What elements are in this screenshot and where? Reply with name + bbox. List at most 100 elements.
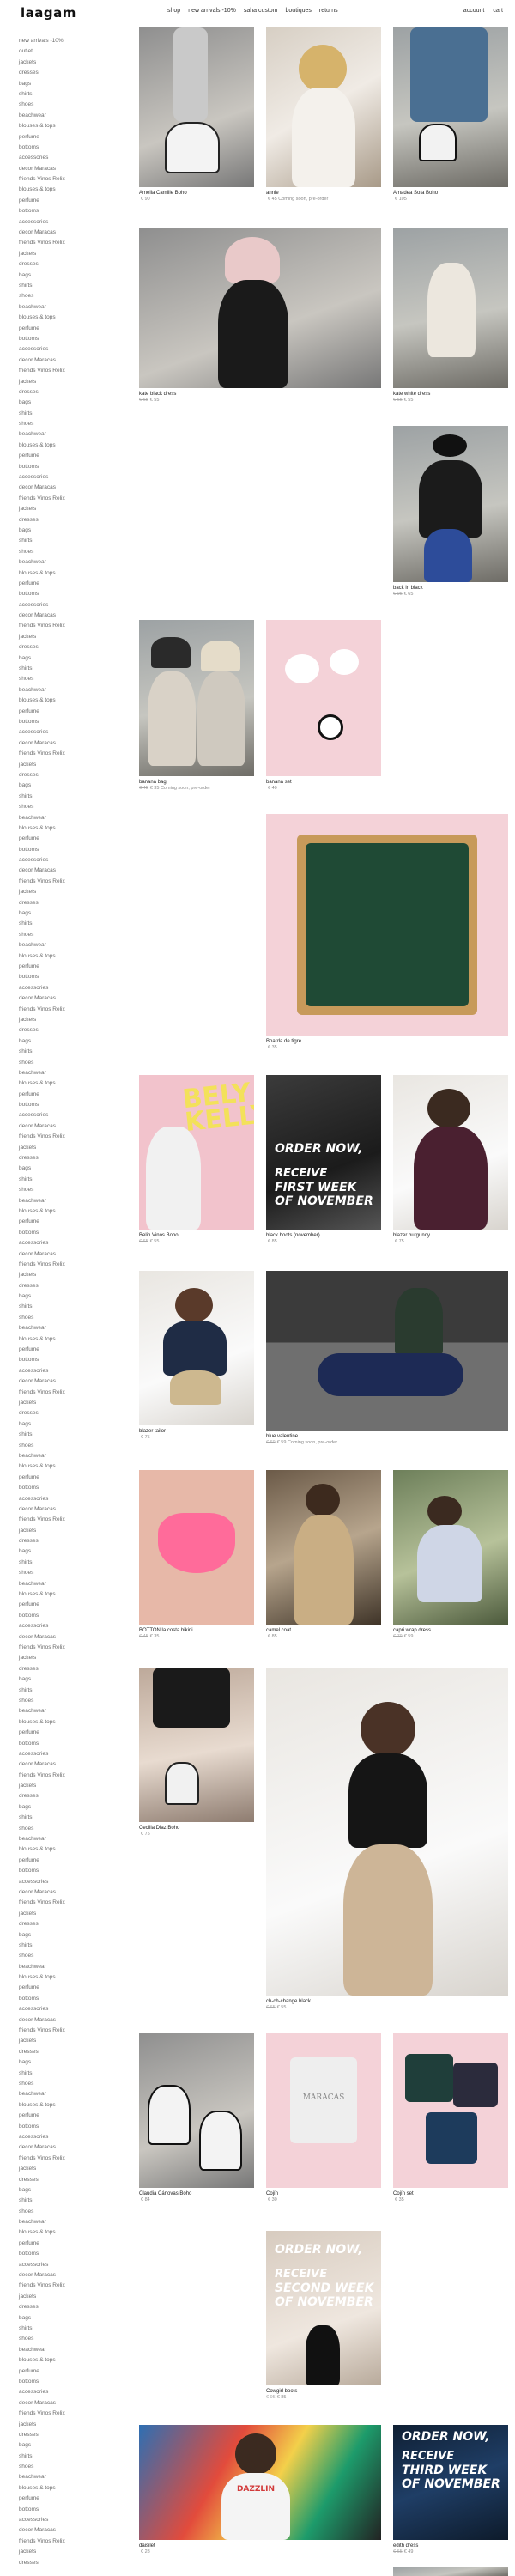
product-name[interactable]: kate black dress xyxy=(139,392,381,397)
sidebar-category-link[interactable]: accessories xyxy=(19,727,122,738)
sidebar-category-link[interactable]: bags xyxy=(19,653,122,664)
sidebar-category-link[interactable]: perfume xyxy=(19,1983,122,1993)
sidebar-category-link[interactable]: decor Maracas xyxy=(19,483,122,493)
product-card[interactable]: Cojín set € 35 xyxy=(393,2033,508,2202)
sidebar-category-link[interactable]: shoes xyxy=(19,1313,122,1323)
sidebar-category-link[interactable]: shirts xyxy=(19,89,122,100)
sidebar-category-link[interactable]: accessories xyxy=(19,153,122,163)
product-name[interactable]: blazer tailor xyxy=(139,1429,254,1434)
product-card[interactable]: Amelia Camille Boho € 90 xyxy=(139,27,254,202)
product-card[interactable]: camel coat € 85 xyxy=(266,1470,381,1639)
sidebar-category-link[interactable]: jackets xyxy=(19,2292,122,2302)
sidebar-category-link[interactable]: decor Maracas xyxy=(19,2142,122,2153)
sidebar-category-link[interactable]: decor Maracas xyxy=(19,2270,122,2281)
sidebar-category-link[interactable]: shirts xyxy=(19,792,122,802)
sidebar-category-link[interactable]: accessories xyxy=(19,217,122,228)
sidebar-category-link[interactable]: bottoms xyxy=(19,2249,122,2259)
product-card[interactable]: ORDER NOW, RECEIVE THIRD WEEK OF NOVEMBE… xyxy=(393,2425,508,2555)
sidebar-category-link[interactable]: perfume xyxy=(19,451,122,461)
sidebar-category-link[interactable]: shirts xyxy=(19,1813,122,1823)
product-name[interactable]: banana bag xyxy=(139,780,254,785)
sidebar-category-link[interactable]: bottoms xyxy=(19,1611,122,1621)
sidebar-category-link[interactable]: shirts xyxy=(19,1558,122,1568)
sidebar-category-link[interactable]: accessories xyxy=(19,1366,122,1376)
sidebar-category-link[interactable]: bottoms xyxy=(19,589,122,599)
sidebar-category-link[interactable]: blouses & tops xyxy=(19,1078,122,1089)
sidebar-category-link[interactable]: jackets xyxy=(19,1526,122,1536)
sidebar-category-link[interactable]: perfume xyxy=(19,962,122,972)
sidebar-category-link[interactable]: shirts xyxy=(19,409,122,419)
product-image[interactable] xyxy=(393,426,508,582)
sidebar-category-link[interactable]: blouses & tops xyxy=(19,1717,122,1728)
sidebar-category-link[interactable]: dresses xyxy=(19,1025,122,1036)
product-image[interactable] xyxy=(266,1271,508,1431)
sidebar-category-link[interactable]: beachwear xyxy=(19,1706,122,1716)
sidebar-category-link[interactable]: friends Vinos Relix xyxy=(19,2026,122,2036)
sidebar-category-link[interactable]: shoes xyxy=(19,1568,122,1578)
product-name[interactable]: Cowgirl boots xyxy=(266,2389,381,2394)
product-image[interactable] xyxy=(393,1470,508,1625)
sidebar-category-link[interactable]: decor Maracas xyxy=(19,1887,122,1898)
sidebar-category-link[interactable]: bottoms xyxy=(19,334,122,344)
sidebar-category-link[interactable]: shirts xyxy=(19,1175,122,1185)
sidebar-category-link[interactable]: perfume xyxy=(19,1090,122,1100)
sidebar-category-link[interactable]: decor Maracas xyxy=(19,1759,122,1770)
sidebar-category-link[interactable]: blouses & tops xyxy=(19,2100,122,2111)
product-name[interactable]: black boots (november) xyxy=(266,1233,381,1238)
product-card[interactable] xyxy=(393,2567,508,2576)
sidebar-category-link[interactable]: perfume xyxy=(19,1345,122,1355)
product-image[interactable] xyxy=(139,1668,254,1822)
sidebar-category-link[interactable]: beachwear xyxy=(19,2472,122,2482)
sidebar-category-link[interactable]: shoes xyxy=(19,930,122,940)
product-card[interactable]: MARACAS Cojín € 30 xyxy=(266,2033,381,2202)
product-name[interactable]: annie xyxy=(266,191,381,196)
sidebar-category-link[interactable]: friends Vinos Relix xyxy=(19,2537,122,2547)
product-image[interactable] xyxy=(393,27,508,187)
sidebar-category-link[interactable]: bottoms xyxy=(19,1994,122,2004)
sidebar-category-link[interactable]: decor Maracas xyxy=(19,355,122,366)
product-name[interactable]: Boarda de tigre xyxy=(266,1039,508,1044)
sidebar-category-link[interactable]: new arrivals -10% xyxy=(19,36,122,46)
product-image[interactable] xyxy=(393,2033,508,2188)
sidebar-category-link[interactable]: bags xyxy=(19,1419,122,1430)
sidebar-category-link[interactable]: beachwear xyxy=(19,111,122,121)
sidebar-category-link[interactable]: shoes xyxy=(19,2334,122,2344)
nav-item-returns[interactable]: returns xyxy=(319,8,338,14)
sidebar-category-link[interactable]: decor Maracas xyxy=(19,1504,122,1515)
sidebar-category-link[interactable]: perfume xyxy=(19,2494,122,2504)
product-card[interactable]: ch-ch-change black € 65 € 55 xyxy=(266,1668,508,2010)
sidebar-category-link[interactable]: blouses & tops xyxy=(19,2355,122,2366)
nav-item-new-arrivals[interactable]: new arrivals -10% xyxy=(188,8,236,14)
sidebar-category-link[interactable]: perfume xyxy=(19,2366,122,2377)
sidebar-category-link[interactable]: beachwear xyxy=(19,1962,122,1972)
sidebar-category-link[interactable]: jackets xyxy=(19,1781,122,1791)
product-card[interactable]: blazer tailor € 75 xyxy=(139,1271,254,1440)
sidebar-category-link[interactable]: shoes xyxy=(19,1824,122,1834)
product-image[interactable] xyxy=(266,620,381,776)
sidebar-category-link[interactable]: beachwear xyxy=(19,2217,122,2227)
product-name[interactable]: edith dress xyxy=(393,2543,508,2549)
sidebar-category-link[interactable]: accessories xyxy=(19,855,122,866)
sidebar-category-link[interactable]: blouses & tops xyxy=(19,696,122,706)
sidebar-category-link[interactable]: accessories xyxy=(19,600,122,611)
sidebar-category-link[interactable]: blouses & tops xyxy=(19,2227,122,2238)
product-name[interactable]: ch-ch-change black xyxy=(266,1999,508,2004)
sidebar-category-link[interactable]: jackets xyxy=(19,2547,122,2557)
product-image[interactable] xyxy=(139,1470,254,1625)
sidebar-category-link[interactable]: blouses & tops xyxy=(19,313,122,323)
sidebar-category-link[interactable]: accessories xyxy=(19,1494,122,1504)
sidebar-category-link[interactable]: beachwear xyxy=(19,1451,122,1461)
sidebar-category-link[interactable]: beachwear xyxy=(19,2345,122,2355)
sidebar-category-link[interactable]: shirts xyxy=(19,2196,122,2206)
sidebar-category-link[interactable]: bags xyxy=(19,1674,122,1685)
product-image[interactable] xyxy=(266,27,381,187)
product-name[interactable]: capri wrap dress xyxy=(393,1628,508,1633)
sidebar-category-link[interactable]: bottoms xyxy=(19,462,122,472)
sidebar-category-link[interactable]: shoes xyxy=(19,1185,122,1195)
sidebar-category-link[interactable]: dresses xyxy=(19,1791,122,1801)
sidebar-category-link[interactable]: perfume xyxy=(19,132,122,143)
sidebar-category-link[interactable]: shoes xyxy=(19,291,122,301)
sidebar-category-link[interactable]: accessories xyxy=(19,2387,122,2397)
product-card[interactable]: banana bag € 45 € 35 Coming soon, pre-ord… xyxy=(139,620,254,791)
product-card[interactable]: kate black dress € 65 € 55 xyxy=(139,228,381,403)
